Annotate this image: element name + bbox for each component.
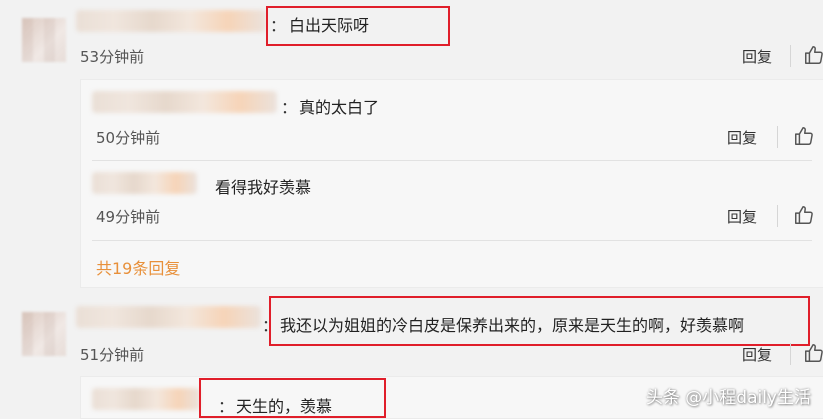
separator (92, 160, 812, 161)
thumbs-up-icon[interactable] (793, 125, 815, 147)
watermark: 头条 @小程daily生活 (645, 388, 811, 408)
reply-text: 真的太白了 (299, 98, 380, 117)
username-blurred[interactable] (92, 172, 197, 194)
avatar[interactable] (22, 312, 66, 356)
reply-button[interactable]: 回复 (742, 46, 772, 67)
reply-colon: ： (281, 98, 298, 117)
username-blurred[interactable] (76, 10, 266, 32)
divider (777, 126, 778, 148)
highlight-box (199, 378, 386, 418)
reply-button[interactable]: 回复 (727, 206, 757, 227)
comment-time: 53分钟前 (80, 48, 145, 66)
highlight-box (269, 296, 810, 346)
reply-button[interactable]: 回复 (727, 127, 757, 148)
thumbs-up-icon[interactable] (803, 44, 823, 66)
username-blurred[interactable] (76, 306, 261, 328)
more-replies-link[interactable]: 共19条回复 (96, 255, 180, 279)
reply-time: 49分钟前 (96, 208, 161, 226)
username-blurred[interactable] (92, 91, 277, 113)
separator (92, 240, 812, 241)
divider (777, 205, 778, 227)
reply-time: 50分钟前 (96, 129, 161, 147)
highlight-box (266, 6, 450, 46)
comment-time: 51分钟前 (80, 346, 145, 364)
divider (790, 45, 791, 67)
thumbs-up-icon[interactable] (803, 342, 823, 364)
thumbs-up-icon[interactable] (793, 204, 815, 226)
username-blurred[interactable] (92, 388, 200, 410)
reply-button[interactable]: 回复 (742, 344, 772, 365)
divider (790, 343, 791, 365)
reply-text: 看得我好羡慕 (215, 178, 312, 197)
avatar[interactable] (22, 18, 66, 62)
